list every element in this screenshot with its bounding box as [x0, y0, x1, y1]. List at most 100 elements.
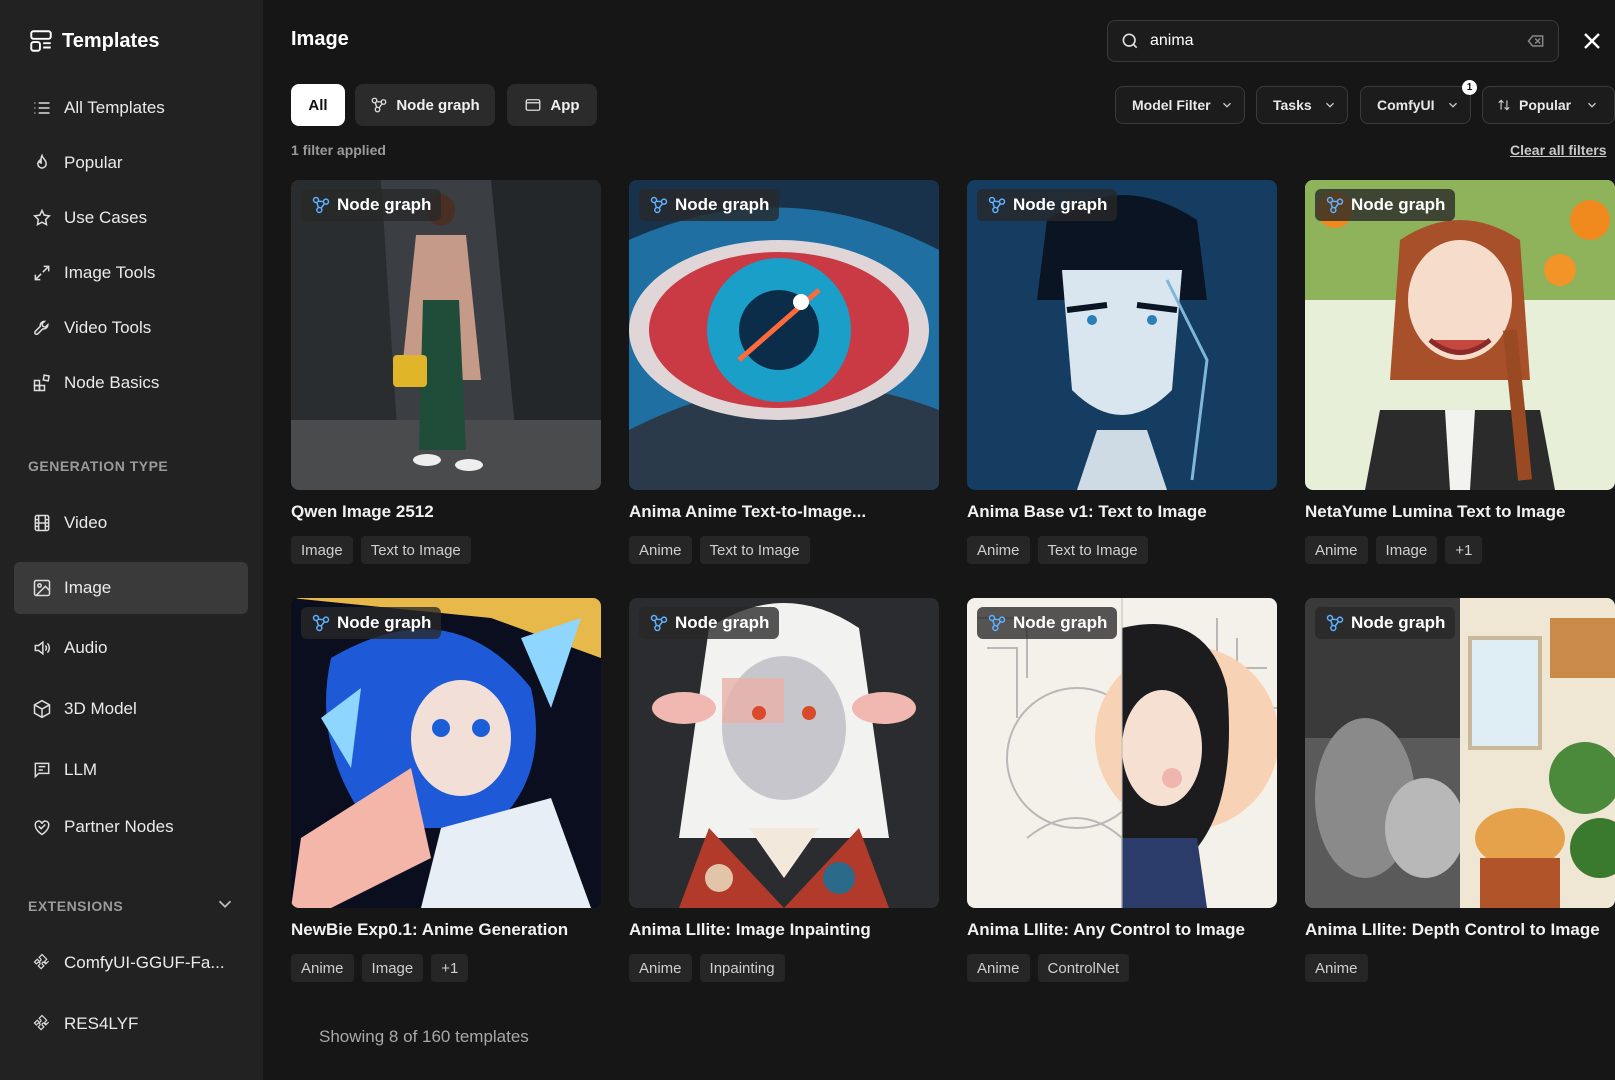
sort-label: Popular — [1519, 97, 1572, 113]
node-graph-badge: Node graph — [977, 607, 1118, 639]
tag: Anime — [629, 954, 692, 982]
tag: ControlNet — [1037, 954, 1130, 982]
sidebar-item-label: Use Cases — [64, 208, 148, 227]
template-thumbnail: Node graph — [291, 598, 601, 908]
search-input[interactable] — [1150, 32, 1516, 50]
model-filter-dropdown[interactable]: Model Filter — [1115, 86, 1245, 124]
section-label-generation-type: GENERATION TYPE — [28, 458, 169, 474]
thumbnail-image — [967, 180, 1277, 490]
tag-list: Anime Text to Image — [629, 536, 939, 564]
star-icon — [33, 208, 51, 226]
sidebar-item-llm[interactable]: LLM — [14, 744, 248, 796]
sidebar-item-video-tools[interactable]: Video Tools — [14, 302, 248, 354]
sidebar-item-label: All Templates — [64, 98, 165, 117]
comfyui-dropdown[interactable]: ComfyUI — [1360, 86, 1471, 124]
section-label-extensions: EXTENSIONS — [28, 898, 124, 914]
image-icon — [33, 579, 51, 597]
clear-all-filters-link[interactable]: Clear all filters — [1510, 142, 1607, 158]
tab-all[interactable]: All — [291, 84, 345, 126]
template-title: Anima Anime Text-to-Image... — [629, 502, 867, 521]
tab-label: App — [550, 96, 580, 114]
template-title: Anima LIlite: Image Inpainting — [629, 920, 871, 939]
sidebar-item-res4lyf[interactable]: RES4LYF — [14, 998, 248, 1050]
sidebar-item-label: Audio — [64, 638, 108, 657]
template-thumbnail: Node graph — [1305, 598, 1615, 908]
template-card[interactable]: Node graph Anima Base v1: Text to Image … — [967, 180, 1277, 564]
tag-list: Anime ControlNet — [967, 954, 1277, 982]
tag-list: Anime Image +1 — [1305, 536, 1615, 564]
speaker-icon — [34, 640, 50, 656]
templates-icon — [30, 30, 52, 52]
node-graph-icon — [312, 196, 330, 214]
search-icon — [1122, 33, 1138, 49]
sidebar-title-text: Templates — [62, 29, 160, 52]
tasks-dropdown[interactable]: Tasks — [1256, 86, 1348, 124]
sidebar-item-partner-nodes[interactable]: Partner Nodes — [14, 801, 248, 853]
template-title: Anima Base v1: Text to Image — [967, 502, 1207, 521]
sidebar-item-use-cases[interactable]: Use Cases — [14, 192, 248, 244]
node-graph-badge-label: Node graph — [1013, 195, 1108, 214]
template-card[interactable]: Node graph Anima LIlite: Image Inpaintin… — [629, 598, 939, 982]
sidebar-item-node-basics[interactable]: Node Basics — [14, 357, 248, 409]
cube-icon — [33, 699, 51, 719]
tab-app[interactable]: App — [507, 84, 597, 126]
thumbnail-image — [1305, 180, 1615, 490]
tag: Image — [1375, 536, 1438, 564]
tag: +1 — [1445, 536, 1483, 564]
clear-search-icon[interactable] — [1526, 31, 1546, 51]
tag: Anime — [967, 536, 1030, 564]
tag-list: Image Text to Image — [291, 536, 601, 564]
template-thumbnail: Node graph — [629, 598, 939, 908]
sidebar-item-label: LLM — [64, 760, 98, 779]
expand-icon — [34, 265, 50, 281]
thumbnail-image — [291, 180, 601, 490]
node-graph-icon — [988, 614, 1006, 632]
sidebar-item-label: Partner Nodes — [64, 817, 174, 836]
thumbnail-image — [629, 598, 939, 908]
tab-node-graph[interactable]: Node graph — [355, 84, 495, 126]
thumbnail-image — [1305, 598, 1615, 908]
puzzle-icon — [33, 953, 50, 970]
sidebar-item-label: ComfyUI-GGUF-Fa... — [64, 953, 225, 972]
sidebar-item-label: Video Tools — [64, 318, 152, 337]
template-title: Anima LIlite: Any Control to Image — [967, 920, 1245, 939]
template-card[interactable]: Node graph Anima LIlite: Depth Control t… — [1305, 598, 1615, 982]
main-panel: Image All Node graph App Model Filter Ta… — [263, 0, 1615, 1080]
tab-label: Node graph — [396, 96, 480, 114]
tag: Text to Image — [360, 536, 471, 564]
sidebar-item-all-templates[interactable]: All Templates — [14, 82, 248, 134]
sidebar-title: Templates — [28, 27, 159, 55]
template-thumbnail: Node graph — [967, 598, 1277, 908]
chevron-down-icon — [1223, 102, 1231, 108]
sidebar-item-comfyui-gguf[interactable]: ComfyUI-GGUF-Fa... — [14, 937, 248, 989]
sidebar-item-image-tools[interactable]: Image Tools — [14, 247, 248, 299]
node-graph-badge-label: Node graph — [675, 195, 770, 214]
template-card[interactable]: Node graph NetaYume Lumina Text to Image… — [1305, 180, 1615, 564]
sidebar-item-audio[interactable]: Audio — [14, 622, 248, 674]
flame-icon — [37, 153, 47, 169]
tag: Text to Image — [1037, 536, 1148, 564]
model-filter-label: Model Filter — [1132, 97, 1211, 113]
template-card[interactable]: Node graph NewBie Exp0.1: Anime Generati… — [291, 598, 601, 982]
template-title: NewBie Exp0.1: Anime Generation — [291, 920, 569, 939]
node-graph-icon — [650, 614, 668, 632]
sidebar-item-video[interactable]: Video — [14, 497, 248, 549]
node-graph-badge: Node graph — [301, 189, 442, 221]
sidebar-item-image[interactable]: Image — [14, 562, 248, 614]
search-box[interactable] — [1107, 20, 1559, 62]
sidebar-item-popular[interactable]: Popular — [14, 137, 248, 189]
node-graph-badge: Node graph — [977, 189, 1118, 221]
sidebar-item-label: Popular — [64, 153, 123, 172]
template-thumbnail: Node graph — [967, 180, 1277, 490]
close-icon[interactable] — [1580, 29, 1604, 53]
template-card[interactable]: Node graph Anima Anime Text-to-Image... … — [629, 180, 939, 564]
node-graph-icon — [650, 196, 668, 214]
sort-dropdown[interactable]: Popular — [1482, 86, 1615, 124]
template-card[interactable]: Node graph Qwen Image 2512 Image Text to… — [291, 180, 601, 564]
node-graph-icon — [1326, 614, 1344, 632]
tag: Anime — [291, 954, 354, 982]
chevron-down-icon[interactable] — [212, 893, 238, 915]
tag: Image — [291, 536, 353, 564]
sidebar-item-3d-model[interactable]: 3D Model — [14, 683, 248, 735]
template-card[interactable]: Node graph Anima LIlite: Any Control to … — [967, 598, 1277, 982]
